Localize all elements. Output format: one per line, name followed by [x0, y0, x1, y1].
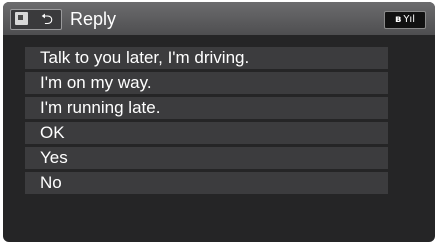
bluetooth-icon: ʙ [395, 14, 402, 25]
connection-status: ʙ Yıl [384, 11, 426, 29]
reply-list: Talk to you later, I'm driving. I'm on m… [25, 47, 388, 197]
reply-item-on-my-way[interactable]: I'm on my way. [25, 72, 388, 94]
reply-item-yes[interactable]: Yes [25, 147, 388, 169]
reply-item-running-late[interactable]: I'm running late. [25, 97, 388, 119]
phone-icon[interactable] [15, 12, 28, 25]
page-title: Reply [70, 9, 117, 29]
reply-screen: ⮌ Reply ʙ Yıl Talk to you later, I'm driv… [3, 2, 435, 242]
header-bar: ⮌ Reply ʙ Yıl [3, 2, 435, 35]
reply-item-ok[interactable]: OK [25, 122, 388, 144]
nav-button-group: ⮌ [10, 9, 62, 30]
reply-item-driving[interactable]: Talk to you later, I'm driving. [25, 47, 388, 69]
back-icon[interactable]: ⮌ [36, 10, 58, 29]
signal-icon: Yıl [403, 14, 415, 25]
reply-item-no[interactable]: No [25, 172, 388, 194]
